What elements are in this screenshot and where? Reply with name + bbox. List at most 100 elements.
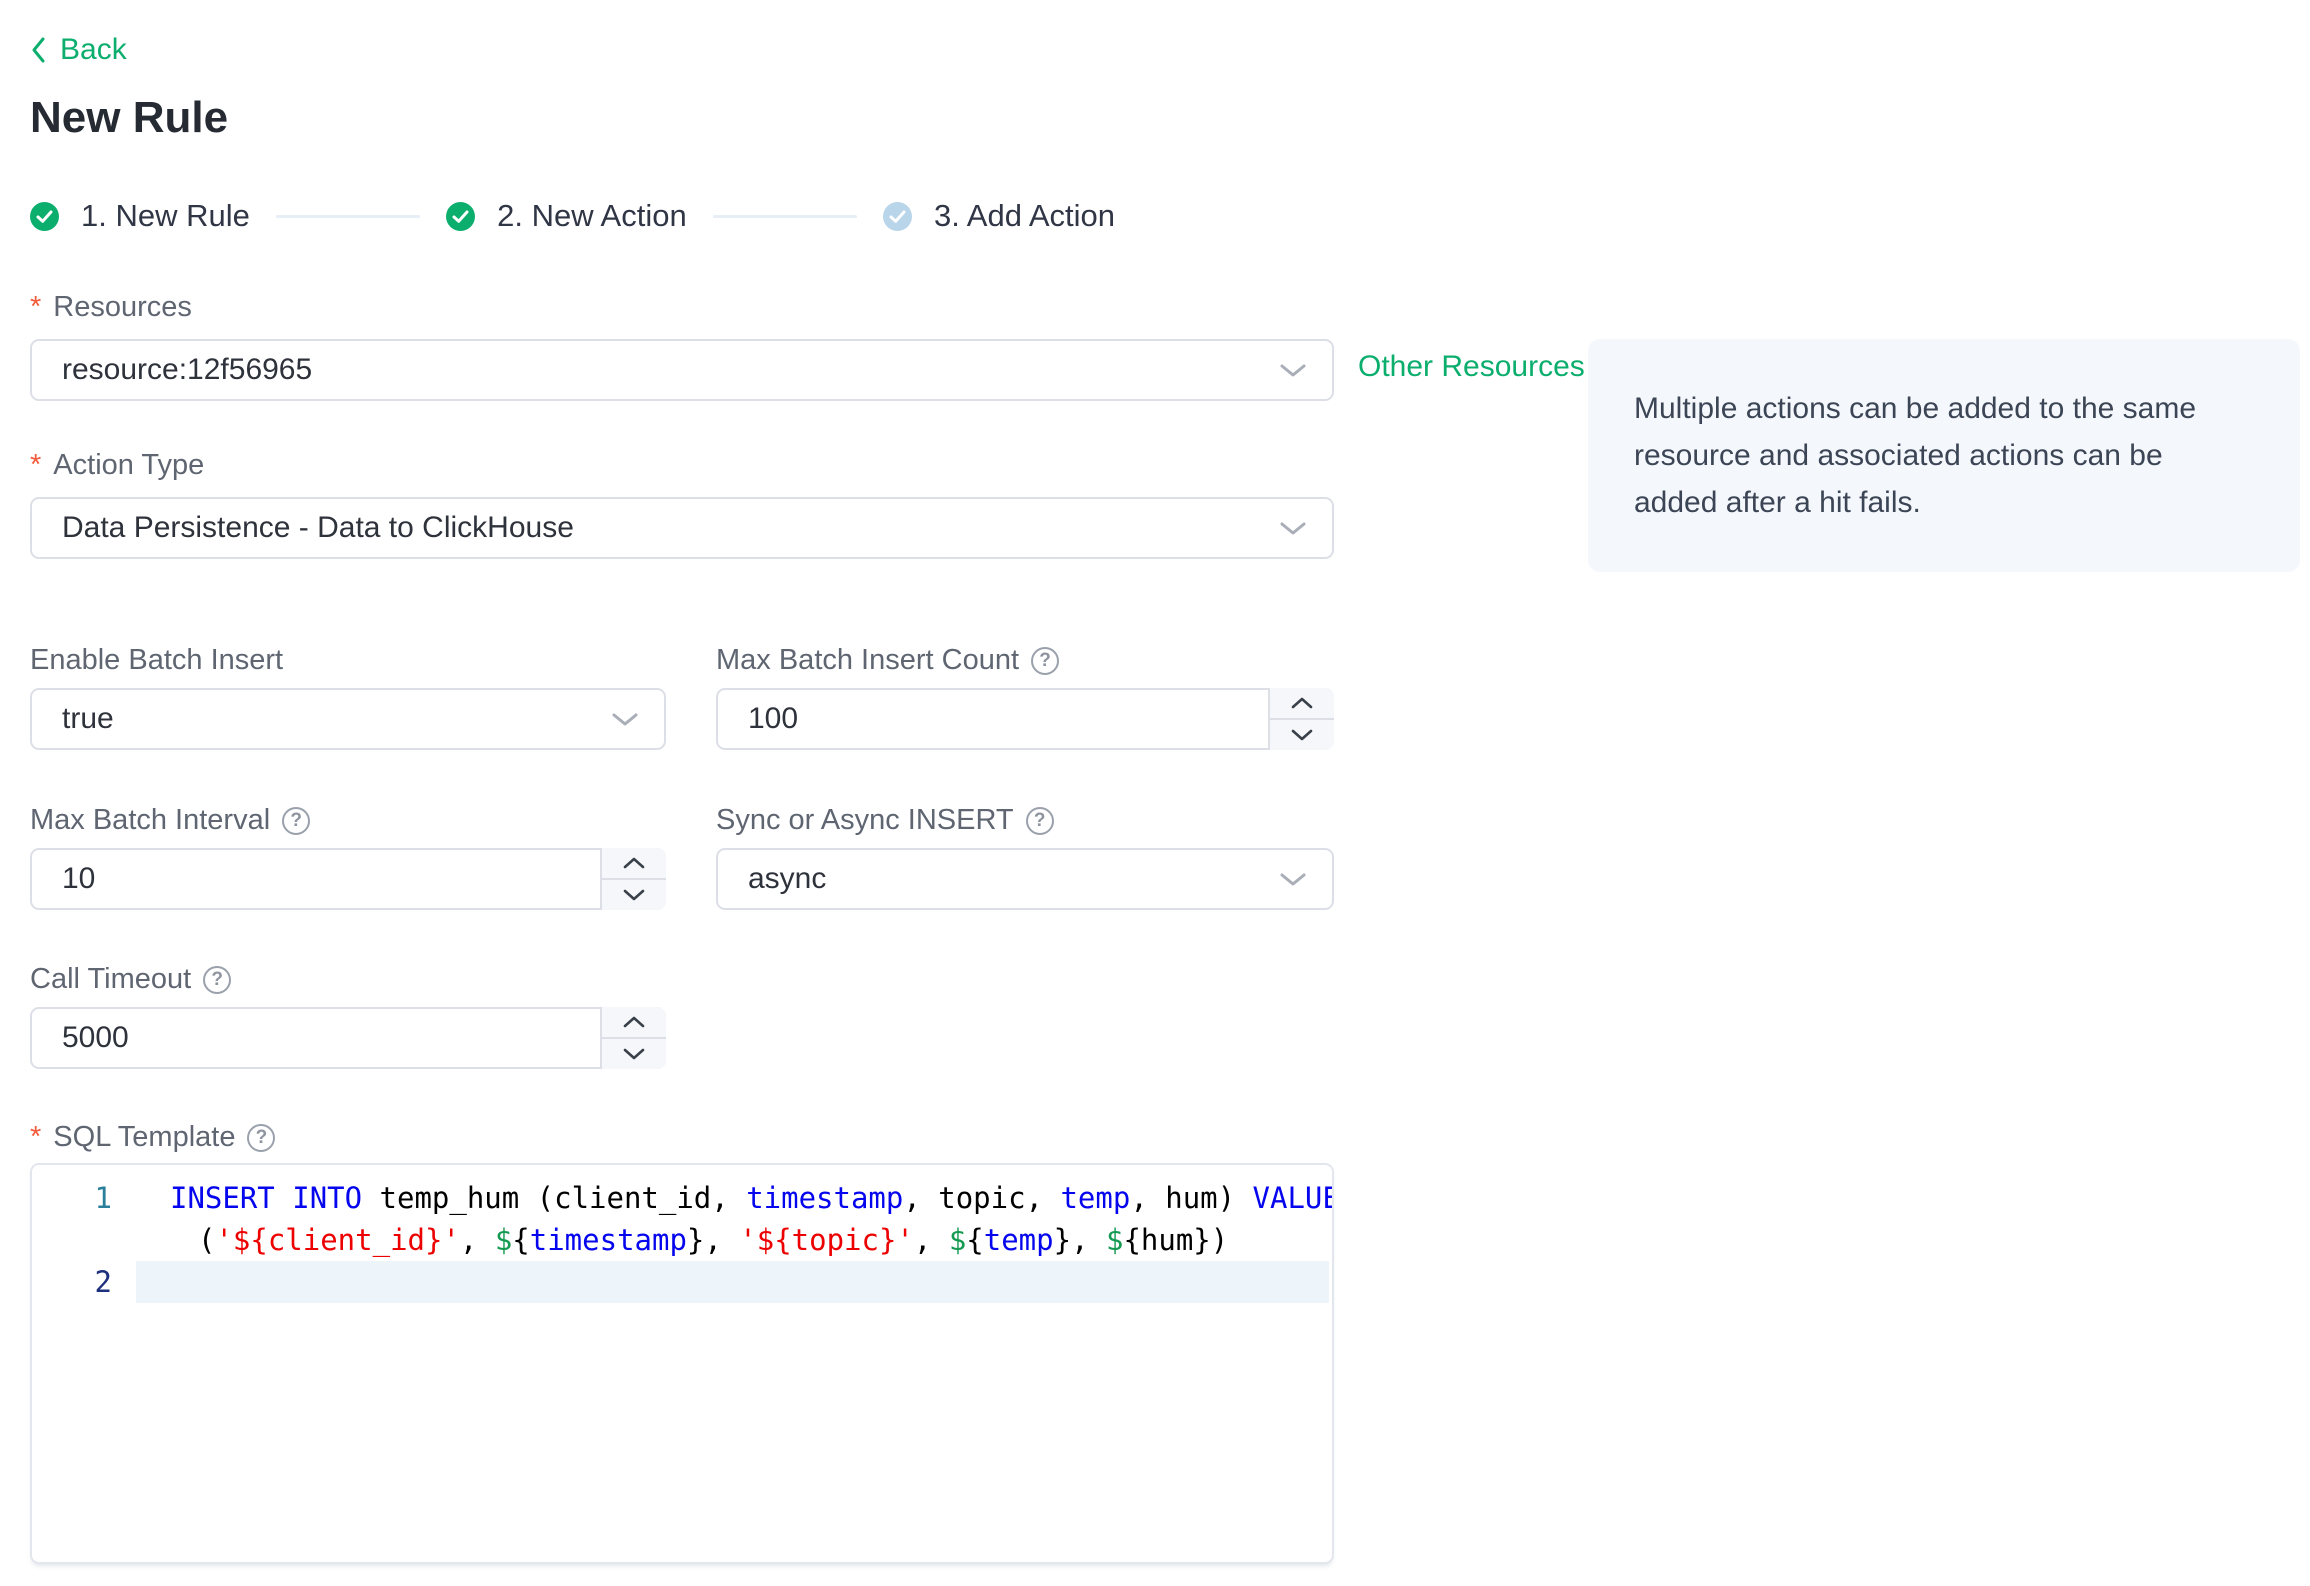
chevron-down-icon (623, 1048, 645, 1060)
max-batch-insert-count-input[interactable]: 100 (716, 688, 1334, 750)
field-resources: * Resources resource:12f56965 Other Reso… (30, 290, 1585, 401)
field-sql-template: * SQL Template ? 1 2 INSERT INTO temp_hum … (30, 1120, 2310, 1564)
max-batch-interval-value: 10 (62, 862, 96, 895)
max-batch-interval-label: Max Batch Interval ? (30, 803, 666, 838)
step-label: 2. New Action (497, 198, 687, 233)
action-type-select[interactable]: Data Persistence - Data to ClickHouse (30, 497, 1334, 559)
code-line: INSERT INTO temp_hum (client_id, timesta… (136, 1177, 1332, 1219)
help-icon[interactable]: ? (1031, 646, 1060, 675)
code-line: ('${client_id}', ${timestamp}, '${topic}… (136, 1219, 1329, 1261)
chevron-down-icon (612, 713, 638, 726)
code-token: ( (198, 1223, 216, 1257)
chevron-up-icon (623, 857, 645, 869)
sync-or-async-insert-select[interactable]: async (716, 848, 1334, 910)
form-row-1: Enable Batch Insert true Max Batch Inser… (30, 643, 2310, 750)
field-action-type: * Action Type Data Persistence - Data to… (30, 448, 1334, 559)
increment-button[interactable] (602, 1007, 666, 1039)
step-connector (712, 214, 858, 218)
field-call-timeout: Call Timeout ? 5000 (30, 962, 666, 1069)
step-check-icon (446, 201, 476, 231)
code-token: $ (1106, 1223, 1124, 1257)
chevron-down-icon (1280, 364, 1306, 377)
call-timeout-input[interactable]: 5000 (30, 1007, 666, 1069)
max-batch-interval-input[interactable]: 10 (30, 848, 666, 910)
code-token: timestamp (746, 1181, 904, 1215)
stepper: 1. New Rule 2. New Action 3. Add Action (30, 198, 1115, 234)
sql-template-label: * SQL Template ? (30, 1120, 2310, 1155)
help-icon[interactable]: ? (282, 806, 311, 835)
action-type-value: Data Persistence - Data to ClickHouse (62, 511, 574, 544)
decrement-button[interactable] (1270, 720, 1334, 750)
step-connector (275, 214, 421, 218)
step-check-icon (30, 201, 59, 231)
code-token: , hum) (1130, 1181, 1253, 1215)
field-enable-batch-insert: Enable Batch Insert true (30, 643, 666, 750)
info-box: Multiple actions can be added to the sam… (1588, 339, 2300, 572)
required-marker: * (30, 1121, 42, 1153)
increment-button[interactable] (1270, 688, 1334, 720)
call-timeout-value: 5000 (62, 1021, 129, 1054)
resources-select[interactable]: resource:12f56965 (30, 339, 1334, 401)
help-icon[interactable]: ? (247, 1123, 276, 1152)
code-token: $ (948, 1223, 967, 1257)
help-icon[interactable]: ? (203, 965, 232, 994)
code-token: INSERT (170, 1181, 275, 1215)
chevron-down-icon (1291, 729, 1313, 741)
code-token: INTO (292, 1181, 363, 1215)
code-token: temp (983, 1223, 1054, 1257)
help-icon[interactable]: ? (1025, 806, 1054, 835)
code-token: '${client_id}' (215, 1223, 460, 1257)
enable-batch-insert-label: Enable Batch Insert (30, 644, 284, 676)
chevron-left-icon (32, 37, 45, 63)
chevron-down-icon (1280, 873, 1306, 886)
form-row-2: Max Batch Interval ? 10 Sync or Async IN… (30, 803, 2310, 910)
chevron-down-icon (1280, 522, 1306, 535)
number-stepper (1268, 688, 1334, 750)
code-token: temp (1060, 1181, 1131, 1215)
code-token: , topic, (903, 1181, 1061, 1215)
code-line-active (136, 1261, 1329, 1303)
decrement-button[interactable] (602, 880, 666, 910)
page-title: New Rule (30, 93, 229, 142)
code-token: }, (686, 1223, 740, 1257)
field-max-batch-insert-count: Max Batch Insert Count ? 100 (716, 643, 1334, 750)
code-token: {hum}) (1123, 1223, 1229, 1257)
back-label: Back (60, 33, 127, 66)
other-resources-link[interactable]: Other Resources (1358, 350, 1585, 384)
max-batch-insert-count-value: 100 (748, 702, 799, 735)
resources-label: * Resources (30, 291, 192, 323)
number-stepper (600, 1007, 666, 1069)
code-token: , (913, 1223, 949, 1257)
code-token: , (459, 1223, 495, 1257)
increment-button[interactable] (602, 848, 666, 880)
code-token: { (966, 1223, 984, 1257)
code-token: }, (1053, 1223, 1106, 1257)
stepper-step[interactable]: 1. New Rule (30, 198, 250, 234)
chevron-up-icon (623, 1016, 645, 1028)
code-token: '${topic}' (739, 1223, 914, 1257)
number-stepper (600, 848, 666, 910)
line-number: 1 (94, 1181, 112, 1215)
line-number: 2 (94, 1265, 112, 1299)
required-marker: * (30, 449, 42, 481)
enable-batch-insert-value: true (62, 702, 114, 735)
decrement-button[interactable] (602, 1039, 666, 1069)
stepper-step[interactable]: 2. New Action (446, 198, 687, 234)
sync-or-async-insert-value: async (748, 862, 827, 895)
chevron-down-icon (623, 889, 645, 901)
sql-editor-content[interactable]: 1 2 INSERT INTO temp_hum (client_id, times… (32, 1165, 1332, 1562)
info-box-text: Multiple actions can be added to the sam… (1634, 392, 2197, 519)
code-token: temp_hum (client_id, (362, 1181, 747, 1215)
sync-or-async-insert-label: Sync or Async INSERT ? (716, 803, 1334, 838)
step-check-icon (883, 201, 913, 231)
code-token: VALUES (1252, 1181, 1332, 1215)
new-rule-page: Back New Rule 1. New Rule 2. New Action (0, 0, 2310, 1586)
back-link[interactable]: Back (30, 33, 127, 66)
code-token: $ (494, 1223, 513, 1257)
enable-batch-insert-select[interactable]: true (30, 688, 666, 750)
step-label: 1. New Rule (81, 198, 250, 233)
stepper-step[interactable]: 3. Add Action (883, 198, 1115, 234)
required-marker: * (30, 291, 42, 323)
sql-editor[interactable]: 1 2 INSERT INTO temp_hum (client_id, times… (30, 1163, 1334, 1564)
